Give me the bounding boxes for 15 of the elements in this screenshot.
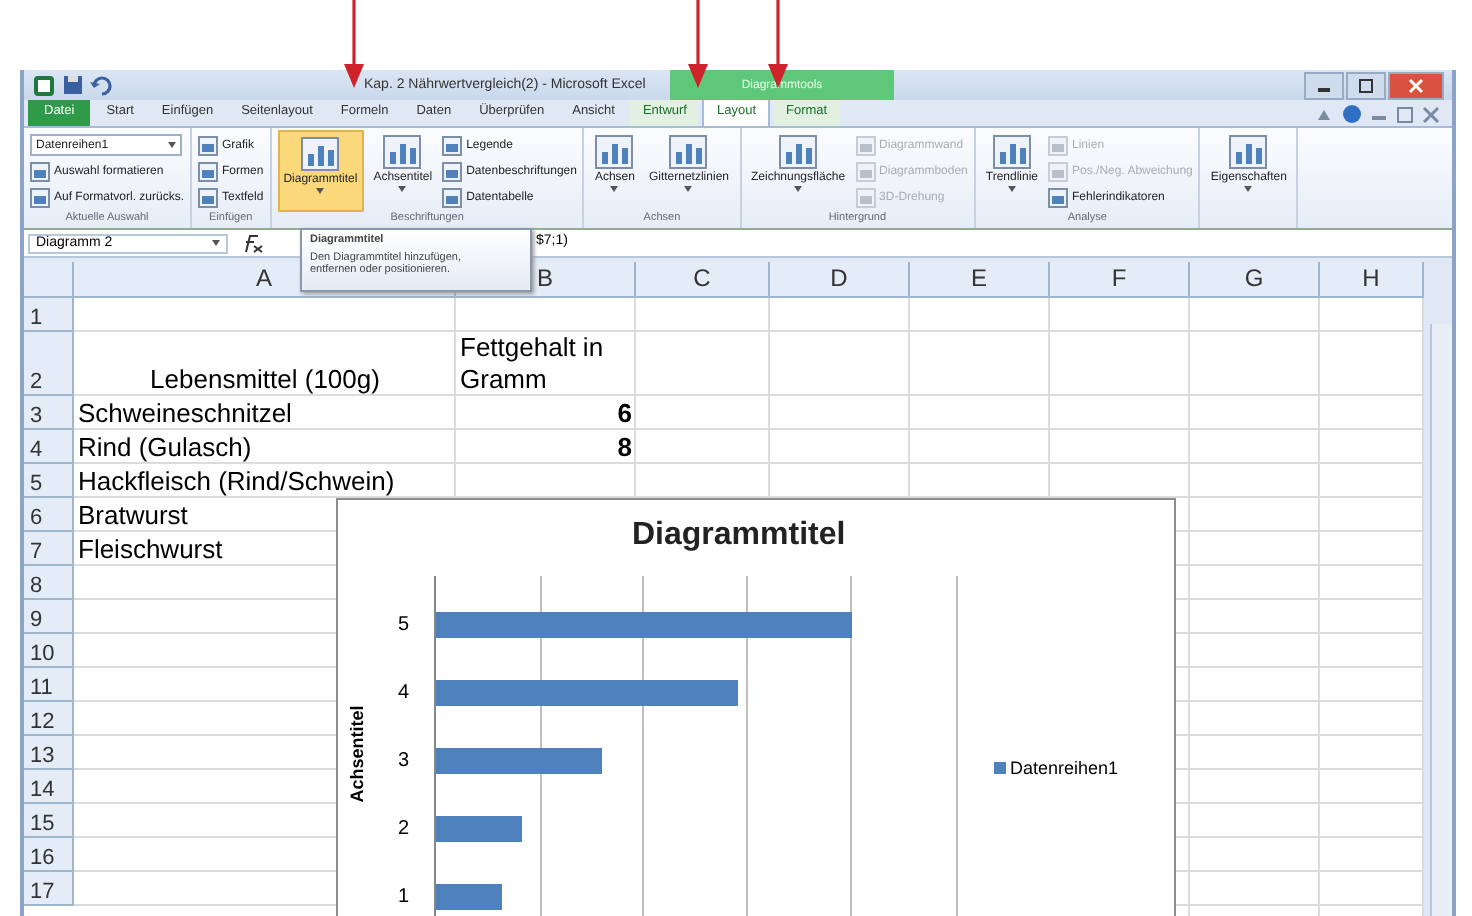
cell-text: Fleischwurst (78, 534, 223, 566)
cell-text: Hackfleisch (Rind/Schwein) (78, 466, 395, 498)
axis-label: 5 (398, 614, 410, 636)
axis-label: 4 (398, 682, 410, 704)
axis-label: 2 (398, 818, 410, 840)
cell-text: Bratwurst (78, 500, 188, 532)
cell-text: 8 (617, 432, 632, 464)
axis-label: 1 (398, 886, 410, 908)
axis-label: 3 (398, 750, 410, 772)
legend-label: Datenreihen1 (1010, 758, 1119, 778)
cell-text: Lebensmittel (100g) (150, 364, 380, 396)
cell-text: 6 (617, 398, 632, 430)
cell-text: Rind (Gulasch) (78, 432, 252, 464)
cell-text: Fettgehalt in Gramm (460, 332, 606, 396)
cell-text: Schweineschnitzel (78, 398, 292, 430)
